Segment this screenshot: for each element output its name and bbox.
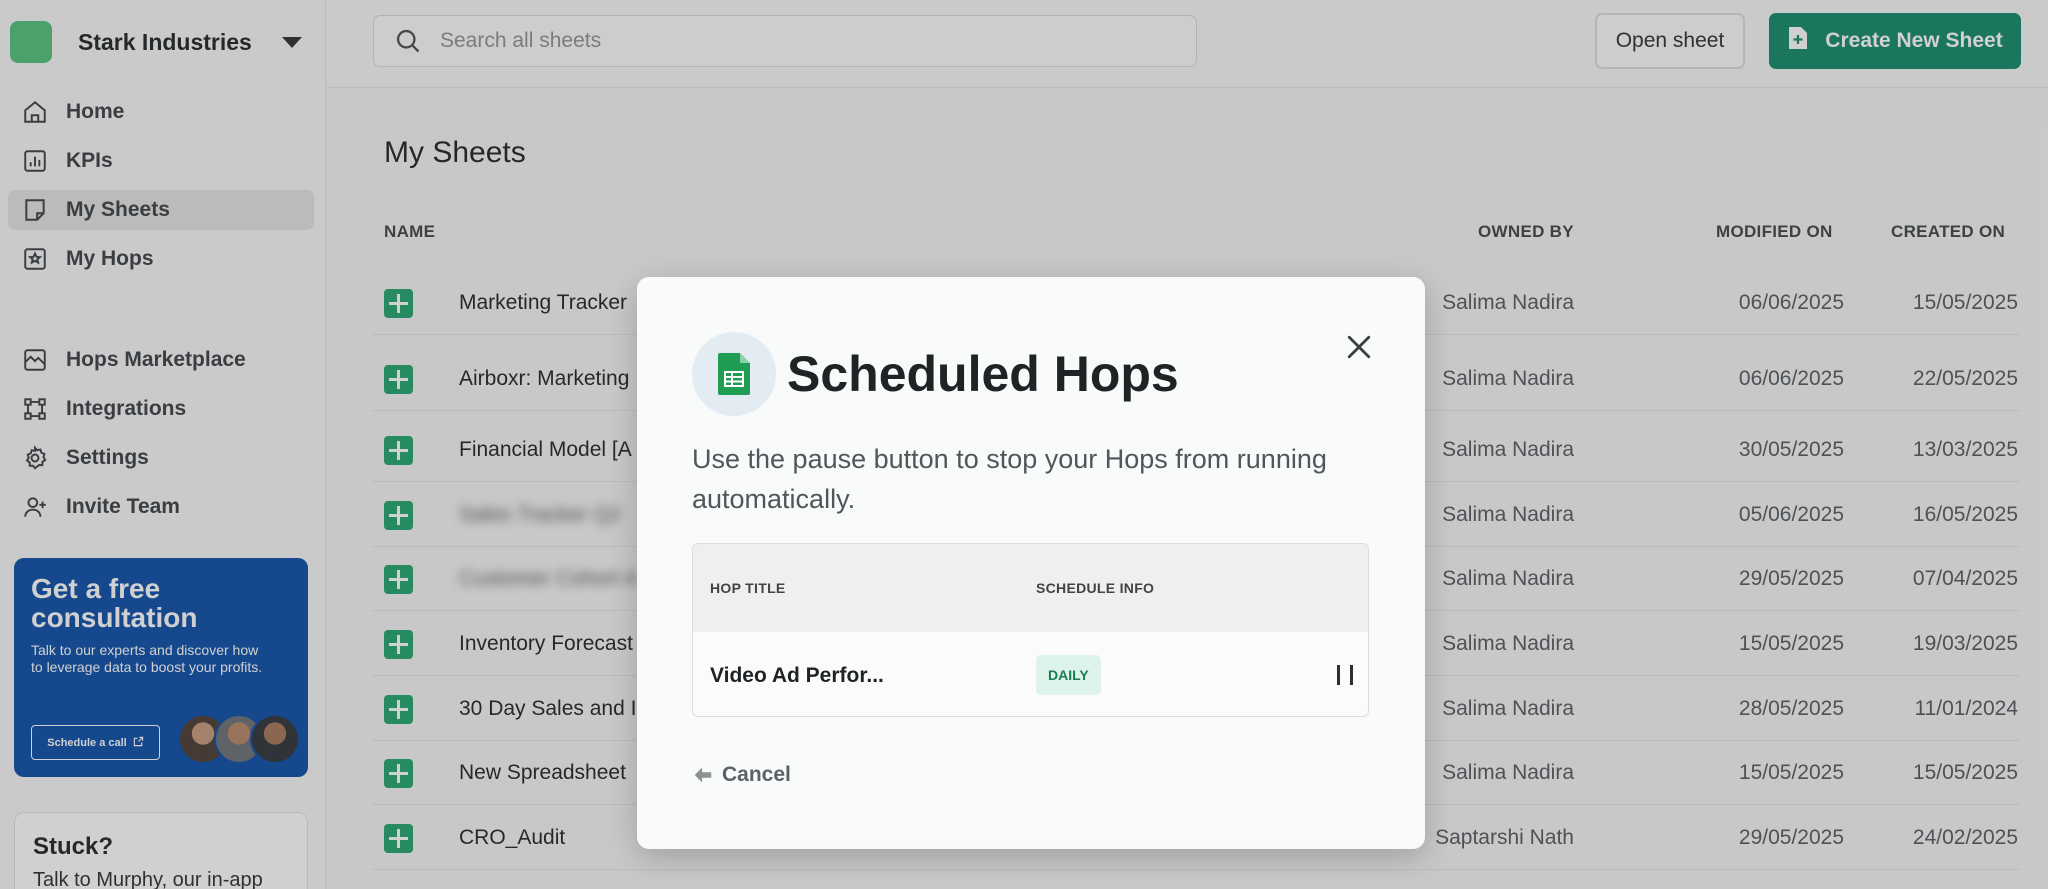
close-button[interactable]: [1341, 329, 1377, 365]
arrow-left-icon: [694, 767, 712, 783]
pause-icon: [1350, 665, 1353, 685]
modal-description: Use the pause button to stop your Hops f…: [692, 444, 1327, 514]
pause-button[interactable]: [1337, 665, 1353, 685]
cancel-label: Cancel: [722, 763, 791, 786]
column-header-schedule: SCHEDULE INFO: [1036, 580, 1155, 596]
hop-title: Video Ad Perfor...: [710, 664, 884, 687]
hops-table: HOP TITLE SCHEDULE INFO Video Ad Perfor.…: [692, 543, 1369, 717]
column-header-hop-title: HOP TITLE: [710, 580, 786, 596]
cancel-button[interactable]: Cancel: [692, 763, 791, 787]
table-row: Video Ad Perfor... DAILY: [693, 632, 1368, 716]
schedule-badge: DAILY: [1036, 655, 1101, 695]
pause-icon: [1337, 665, 1340, 685]
close-icon: [1347, 335, 1371, 359]
google-sheets-icon: [692, 332, 776, 416]
scheduled-hops-modal: Scheduled Hops Use the pause button to s…: [637, 277, 1425, 849]
modal-title: Scheduled Hops: [787, 346, 1179, 402]
hops-table-header: HOP TITLE SCHEDULE INFO: [693, 544, 1368, 632]
